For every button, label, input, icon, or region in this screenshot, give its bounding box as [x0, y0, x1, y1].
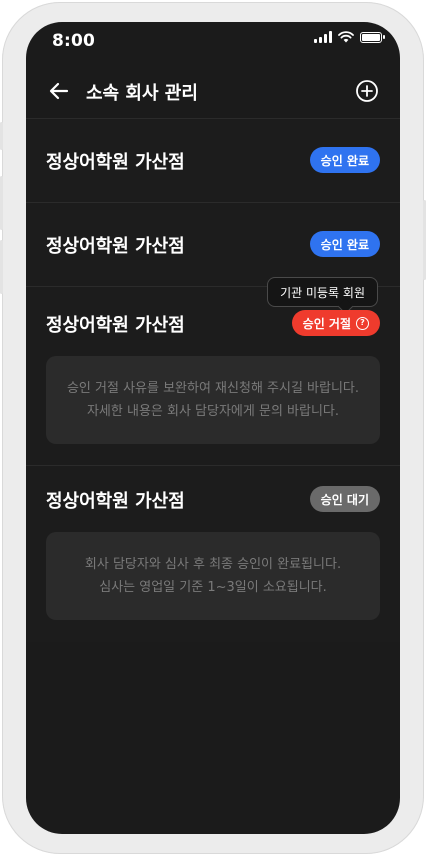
tooltip-text: 기관 미등록 회원: [280, 285, 365, 300]
question-circle-icon[interactable]: ?: [356, 316, 369, 330]
company-name: 정상어학원 가산점: [46, 315, 185, 336]
message-line: 자세한 내용은 회사 담당자에게 문의 바랍니다.: [86, 404, 340, 419]
plus-circle-icon: [356, 80, 378, 102]
status-badge-rejected[interactable]: 승인 거절 ?: [291, 310, 380, 336]
company-list: 정상어학원 가산점 승인 완료 정상어학원 가산점 승인 완료 기관 미등록 회…: [26, 118, 400, 642]
status-time: 8:00: [52, 31, 96, 51]
company-item[interactable]: 정상어학원 가산점 승인 완료: [26, 202, 400, 286]
arrow-left-icon: [49, 82, 69, 100]
company-item[interactable]: 정상어학원 가산점 승인 완료: [26, 118, 400, 202]
status-badge-label: 승인 완료: [320, 153, 369, 168]
status-icons: [314, 31, 385, 43]
company-name: 정상어학원 가산점: [46, 236, 185, 257]
app-screen: 8:00 소속 회사 관리 정상어학원 가산점 승인 완료 정상어학원 가산점 …: [26, 22, 400, 834]
back-button[interactable]: [46, 78, 72, 104]
cellular-signal-icon: [314, 31, 332, 43]
add-company-button[interactable]: [354, 78, 380, 104]
phone-side-button: [0, 122, 3, 150]
status-badge-label: 승인 거절: [302, 316, 351, 331]
rejection-reason-tooltip: 기관 미등록 회원: [267, 277, 378, 307]
status-badge-label: 승인 완료: [320, 237, 369, 252]
page-title: 소속 회사 관리: [86, 83, 198, 104]
message-line: 회사 담당자와 심사 후 최종 승인이 완료됩니다.: [84, 557, 342, 572]
message-line: 심사는 영업일 기준 1~3일이 소요됩니다.: [99, 580, 327, 595]
pending-message-box: 회사 담당자와 심사 후 최종 승인이 완료됩니다. 심사는 영업일 기준 1~…: [46, 532, 380, 620]
wifi-icon: [338, 31, 354, 43]
status-badge-approved: 승인 완료: [309, 231, 380, 257]
rejection-message-box: 승인 거절 사유를 보완하여 재신청해 주시길 바랍니다. 자세한 내용은 회사…: [46, 356, 380, 444]
status-badge-approved: 승인 완료: [309, 147, 380, 173]
company-name: 정상어학원 가산점: [46, 491, 185, 512]
status-badge-pending: 승인 대기: [309, 486, 380, 512]
message-line: 승인 거절 사유를 보완하여 재신청해 주시길 바랍니다.: [66, 381, 360, 396]
phone-side-button: [0, 176, 3, 230]
status-bar: 8:00: [26, 22, 400, 56]
company-item[interactable]: 기관 미등록 회원 정상어학원 가산점 승인 거절 ? 승인 거절 사유를 보완…: [26, 277, 400, 465]
company-name: 정상어학원 가산점: [46, 152, 185, 173]
status-badge-label: 승인 대기: [320, 492, 369, 507]
company-item[interactable]: 정상어학원 가산점 승인 대기 회사 담당자와 심사 후 최종 승인이 완료됩니…: [26, 465, 400, 642]
battery-icon: [360, 31, 385, 43]
phone-side-button: [0, 240, 3, 294]
app-header: 소속 회사 관리: [26, 66, 400, 118]
